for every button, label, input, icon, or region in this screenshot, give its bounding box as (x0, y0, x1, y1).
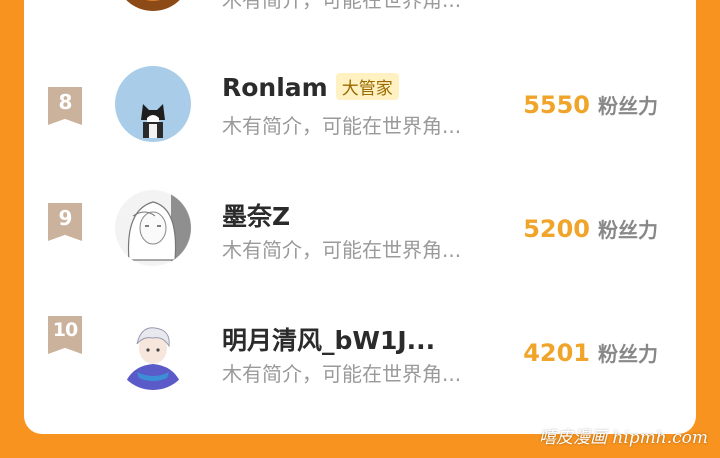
fan-count: 5200 (523, 215, 590, 243)
bio-text: 木有简介，可能在世界角... (222, 0, 462, 12)
bio-text: 木有简介，可能在世界角... (222, 114, 462, 138)
avatar[interactable] (115, 0, 191, 11)
watermark: 嘻皮漫画 hipmh.com (538, 428, 708, 448)
user-name[interactable]: Ronlam 大管家 (222, 72, 399, 103)
ranking-row-partial[interactable]: 木有简介，可能在世界角... (24, 0, 696, 20)
ranking-card: 木有简介，可能在世界角... 8 Ronlam 大管家 木有简介，可能在世界角..… (24, 0, 696, 434)
fan-count: 5550 (523, 91, 590, 119)
fan-power: 5550 粉丝力 (523, 90, 658, 119)
avatar[interactable] (115, 66, 191, 142)
rank-badge: 8 (48, 87, 82, 125)
fan-label: 粉丝力 (598, 342, 658, 366)
avatar[interactable] (115, 314, 191, 390)
rank-badge: 10 (48, 316, 82, 354)
user-name[interactable]: 明月清风_bW1J... (222, 321, 435, 357)
fan-power: 5200 粉丝力 (523, 214, 658, 243)
ranking-row[interactable]: 9 墨奈Z 木有简介，可能在世界角... 5200 粉丝力 (24, 190, 696, 288)
ranking-row[interactable]: 10 明月清风_bW1J... 木有简介，可能在世界角... 4201 粉丝力 (24, 314, 696, 412)
fan-power: 4201 粉丝力 (523, 338, 658, 367)
user-name-text: Ronlam (222, 73, 328, 102)
fan-label: 粉丝力 (598, 218, 658, 242)
rank-badge: 9 (48, 203, 82, 241)
fan-label: 粉丝力 (598, 94, 658, 118)
bio-text: 木有简介，可能在世界角... (222, 362, 462, 386)
role-tag: 大管家 (335, 72, 399, 100)
avatar[interactable] (115, 190, 191, 266)
bio-text: 木有简介，可能在世界角... (222, 238, 462, 262)
user-name[interactable]: 墨奈Z (222, 197, 290, 233)
ranking-row[interactable]: 8 Ronlam 大管家 木有简介，可能在世界角... 5550 粉丝力 (24, 66, 696, 164)
fan-count: 4201 (523, 339, 590, 367)
